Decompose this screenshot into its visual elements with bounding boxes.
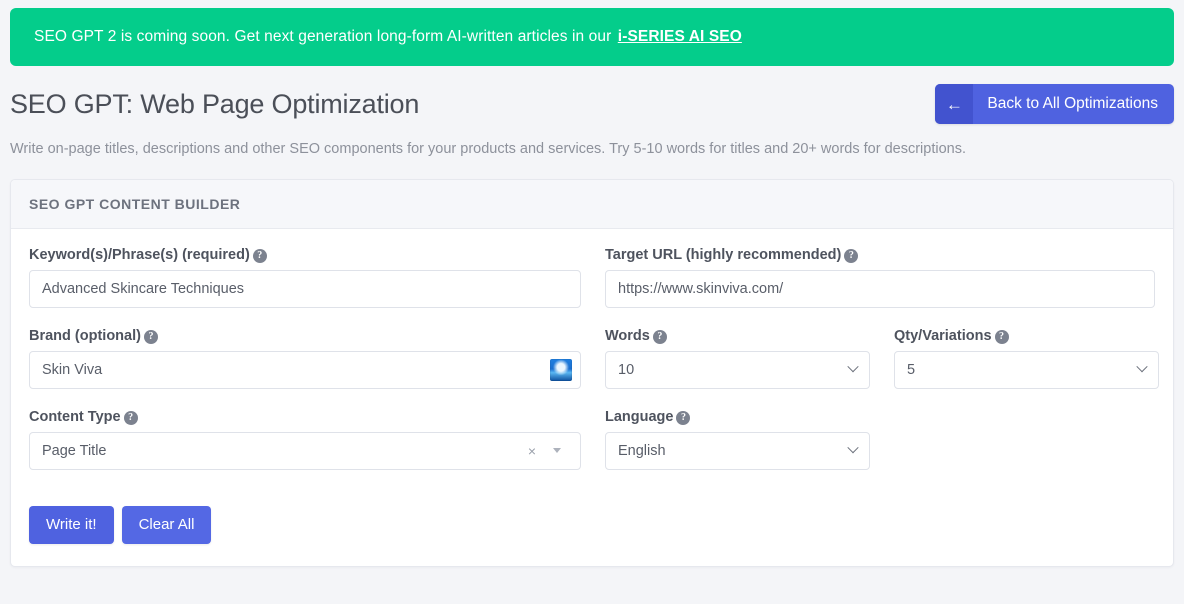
announcement-banner: SEO GPT 2 is coming soon. Get next gener… [10,8,1174,66]
announcement-message: SEO GPT 2 is coming soon. Get next gener… [34,28,616,45]
language-column: Language? EnglishSpanishFrenchGerman [605,409,1155,484]
brand-label-text: Brand (optional) [29,327,141,344]
i-series-ai-seo-link[interactable]: i-SERIES AI SEO [618,28,742,45]
language-select[interactable]: EnglishSpanishFrenchGerman [605,431,870,470]
words-label-text: Words [605,327,650,344]
content-type-label-text: Content Type [29,408,121,425]
back-button-label: Back to All Optimizations [987,95,1158,112]
card-body: Keyword(s)/Phrase(s) (required)? Target … [11,229,1173,566]
target-url-label: Target URL (highly recommended)? [605,247,1155,263]
help-icon[interactable]: ? [123,410,138,425]
qty-variations-field-group: Qty/Variations? 13510 [894,328,1159,389]
target-url-column: Target URL (highly recommended)? [605,247,1155,322]
brand-favicon-icon [550,358,572,381]
target-url-input[interactable] [605,269,1155,308]
page-title: SEO GPT: Web Page Optimization [10,88,420,119]
language-field-group: Language? EnglishSpanishFrenchGerman [605,409,870,470]
help-icon[interactable]: ? [844,248,859,263]
page-header: SEO GPT: Web Page Optimization ← Back to… [10,82,1174,126]
brand-field-group: Brand (optional)? [29,328,581,389]
brand-label: Brand (optional)? [29,328,581,344]
help-icon[interactable]: ? [652,329,667,344]
keywords-label: Keyword(s)/Phrase(s) (required)? [29,247,581,263]
target-url-label-text: Target URL (highly recommended) [605,246,842,263]
language-select-wrapper: EnglishSpanishFrenchGerman [605,431,870,470]
words-select[interactable]: 1020304050 [605,350,870,389]
content-type-selected-value: Page Title [42,442,107,459]
arrow-left-icon: ← [935,84,974,124]
announcement-text: SEO GPT 2 is coming soon. Get next gener… [34,28,742,46]
brand-input[interactable] [29,350,581,389]
language-label-text: Language [605,408,674,425]
qty-variations-label-text: Qty/Variations [894,327,992,344]
keywords-label-text: Keyword(s)/Phrase(s) (required) [29,246,250,263]
help-icon[interactable]: ? [252,248,267,263]
content-type-field-group: Content Type? Page Title × [29,409,581,470]
form-row-3: Content Type? Page Title × Language? Eng… [29,409,1155,484]
qty-variations-select[interactable]: 13510 [894,350,1159,389]
help-icon[interactable]: ? [143,329,158,344]
qty-variations-label: Qty/Variations? [894,328,1159,344]
words-label: Words? [605,328,870,344]
page-subtitle: Write on-page titles, descriptions and o… [10,141,966,157]
brand-input-wrapper [29,350,581,389]
card-header-title: SEO GPT CONTENT BUILDER [11,179,1173,229]
help-icon[interactable]: ? [994,329,1009,344]
form-actions: Write it! Clear All [29,505,1155,544]
clear-all-button[interactable]: Clear All [121,505,212,544]
help-icon[interactable]: ? [676,410,691,425]
target-url-field-group: Target URL (highly recommended)? [605,247,1155,308]
back-to-all-optimizations-button[interactable]: ← Back to All Optimizations [935,84,1174,124]
close-icon[interactable]: × [524,444,546,458]
form-row-1: Keyword(s)/Phrase(s) (required)? Target … [29,247,1155,322]
form-row-2: Brand (optional)? Words? 1020304050 [29,328,1159,403]
words-select-wrapper: 1020304050 [605,350,870,389]
write-it-button[interactable]: Write it! [29,505,114,544]
language-label: Language? [605,409,870,425]
seo-gpt-content-builder-card: SEO GPT CONTENT BUILDER Keyword(s)/Phras… [10,178,1174,567]
words-qty-column: Words? 1020304050 Qty/Variations? 13510 [605,328,1159,403]
keywords-field-group: Keyword(s)/Phrase(s) (required)? [29,247,581,308]
chevron-down-icon[interactable] [546,448,568,453]
words-field-group: Words? 1020304050 [605,328,870,389]
content-type-select[interactable]: Page Title × [29,431,581,470]
content-type-label: Content Type? [29,409,581,425]
keywords-input[interactable] [29,269,581,308]
qty-variations-select-wrapper: 13510 [894,350,1159,389]
